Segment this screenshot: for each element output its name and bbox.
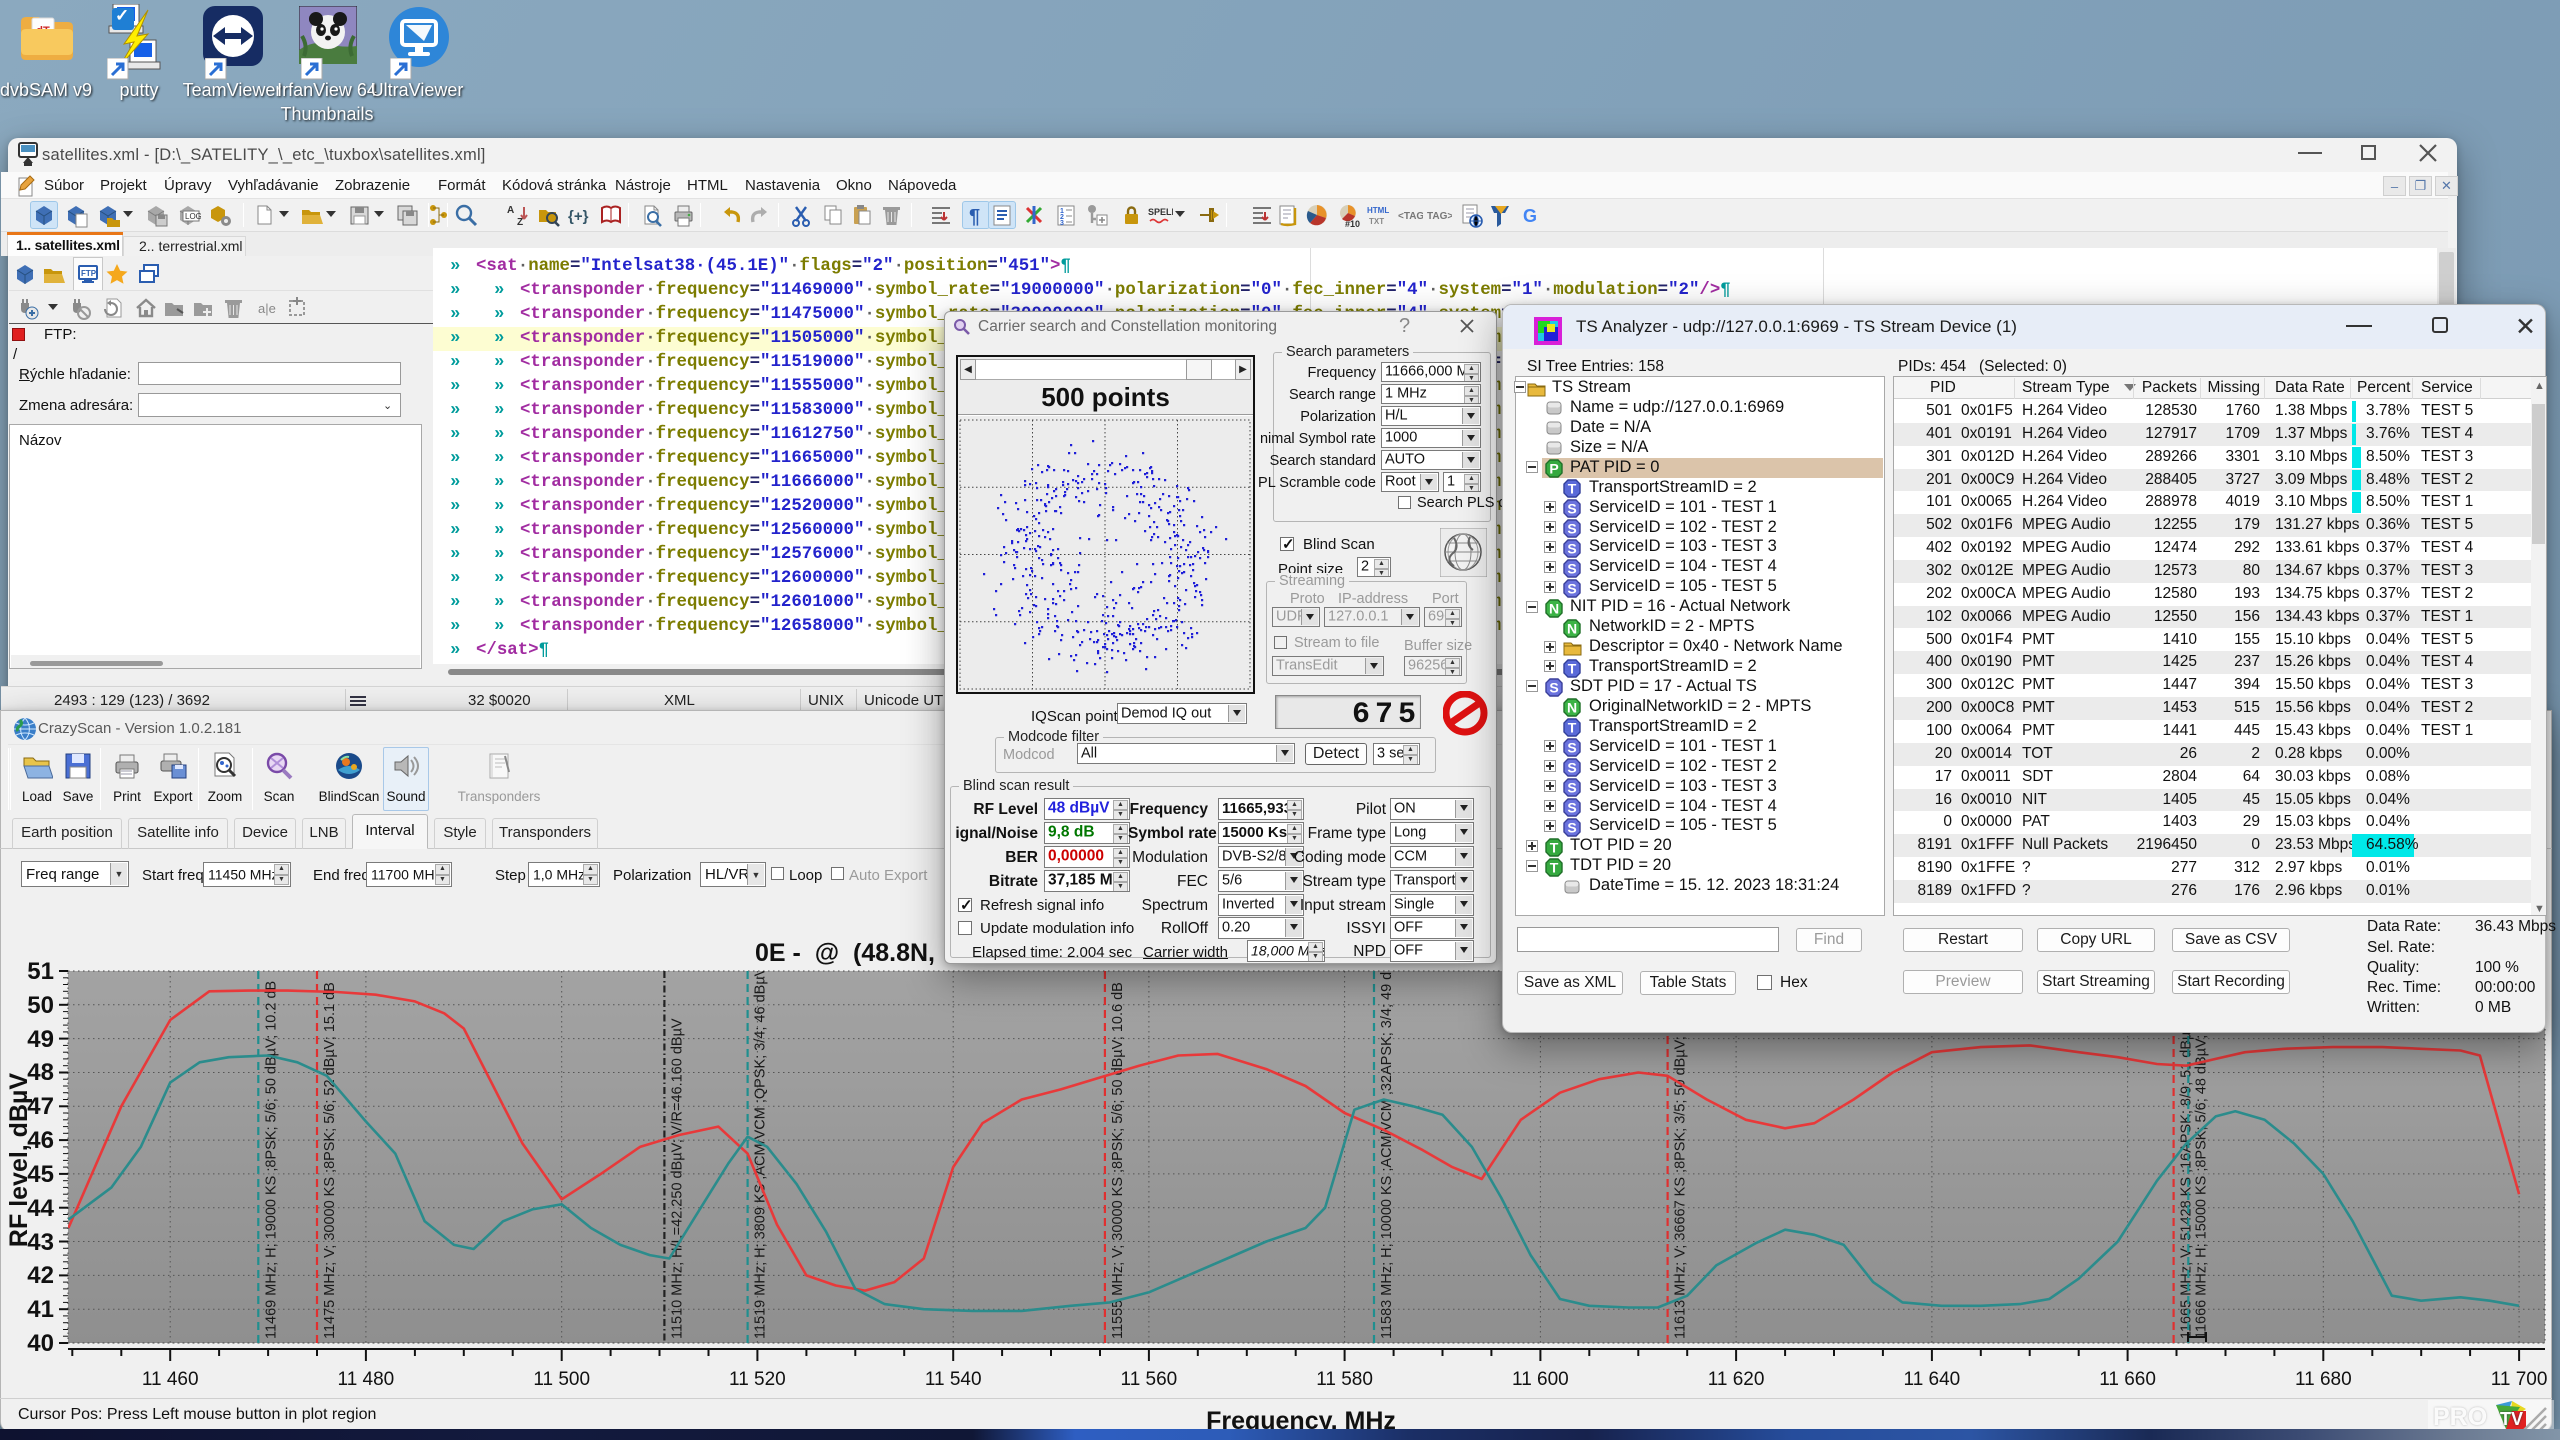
svg-text:11 580: 11 580 [1316, 1369, 1373, 1390]
svg-text:TXT: TXT [1369, 217, 1384, 226]
svg-text:T: T [1550, 839, 1559, 855]
svg-text:P: P [1549, 461, 1558, 477]
svg-text:51: 51 [27, 958, 54, 985]
svg-text:S: S [1567, 560, 1576, 576]
svg-text:11 500: 11 500 [533, 1369, 590, 1390]
svg-text:FTP: FTP [81, 269, 97, 278]
svg-text:41: 41 [27, 1296, 54, 1323]
svg-text:11 560: 11 560 [1121, 1369, 1178, 1390]
svg-text:11 680: 11 680 [2295, 1369, 2352, 1390]
svg-text:{+}: {+} [568, 208, 589, 225]
svg-text:11 460: 11 460 [142, 1369, 199, 1390]
svg-text:S: S [1567, 580, 1576, 596]
svg-text:¶: ¶ [969, 206, 980, 228]
svg-text:Z: Z [517, 217, 523, 228]
svg-text:T: T [1568, 660, 1577, 676]
svg-text:S: S [1567, 819, 1576, 835]
svg-text:a|e: a|e [258, 301, 276, 316]
svg-text:11475 MHz; V; 30000 KS ;8PSK;: 11475 MHz; V; 30000 KS ;8PSK; 5/6; 52 dB… [322, 982, 338, 1339]
svg-text:G: G [1523, 206, 1537, 226]
svg-text:SPELL: SPELL [1148, 207, 1173, 217]
svg-text:TAG>: TAG> [1427, 211, 1452, 222]
svg-text:S: S [1549, 680, 1558, 696]
svg-text:11 700: 11 700 [2491, 1369, 2548, 1390]
svg-text:11 540: 11 540 [925, 1369, 982, 1390]
svg-text:HTML: HTML [1367, 206, 1389, 215]
svg-text:11469 MHz; H; 19000 KS ;8PSK;: 11469 MHz; H; 19000 KS ;8PSK; 5/6; 50 dB… [263, 981, 279, 1339]
svg-text:11555 MHz; V; 30000 KS ;8PSK;: 11555 MHz; V; 30000 KS ;8PSK; 5/6; 50 dB… [1110, 982, 1126, 1339]
svg-text:#10: #10 [1345, 219, 1360, 228]
svg-text:N: N [1567, 620, 1577, 636]
svg-text:50: 50 [27, 992, 54, 1019]
svg-text:N: N [1549, 600, 1559, 616]
svg-text:11 620: 11 620 [1708, 1369, 1765, 1390]
svg-text:11 640: 11 640 [1904, 1369, 1961, 1390]
svg-text:S: S [1567, 760, 1576, 776]
svg-text:S: S [1567, 740, 1576, 756]
svg-text:S: S [1567, 800, 1576, 816]
svg-text:S: S [1567, 521, 1576, 537]
svg-text:T: T [1568, 481, 1577, 497]
svg-text:0E - @ (48.8N,: 0E - @ (48.8N, [755, 939, 935, 967]
svg-text:40: 40 [27, 1330, 54, 1357]
svg-text:A: A [507, 205, 514, 216]
svg-text:3: 3 [1060, 220, 1064, 227]
svg-text:11510 MHz; H/L=42.250 dBµV;: 11510 MHz; H/L=42.250 dBµV; V/R=46.160 d… [669, 1018, 685, 1339]
svg-text:42: 42 [27, 1262, 54, 1289]
svg-text:T: T [1550, 859, 1559, 875]
svg-text:S: S [1567, 780, 1576, 796]
svg-text:11 600: 11 600 [1512, 1369, 1569, 1390]
svg-text:N: N [1567, 700, 1577, 716]
svg-text:11 520: 11 520 [729, 1369, 786, 1390]
svg-text:11519 MHz; H; 3809 KS ;ACM/VCM: 11519 MHz; H; 3809 KS ;ACM/VCM ;QPSK; 3/… [753, 925, 769, 1339]
svg-text:LOG: LOG [185, 212, 201, 221]
svg-text:T: T [1568, 720, 1577, 736]
svg-text:S: S [1567, 501, 1576, 517]
svg-text:11 660: 11 660 [2099, 1369, 2156, 1390]
svg-text:S: S [1567, 540, 1576, 556]
svg-text:49: 49 [27, 1026, 54, 1053]
svg-text:<TAG: <TAG [1398, 211, 1423, 222]
svg-text:11 480: 11 480 [338, 1369, 395, 1390]
svg-text:11613 MHz; V; 36667 KS ;8PSK;: 11613 MHz; V; 36667 KS ;8PSK; 3/5; 50 dB… [1673, 1012, 1689, 1339]
svg-text:RF level, dBµV: RF level, dBµV [5, 1073, 33, 1247]
